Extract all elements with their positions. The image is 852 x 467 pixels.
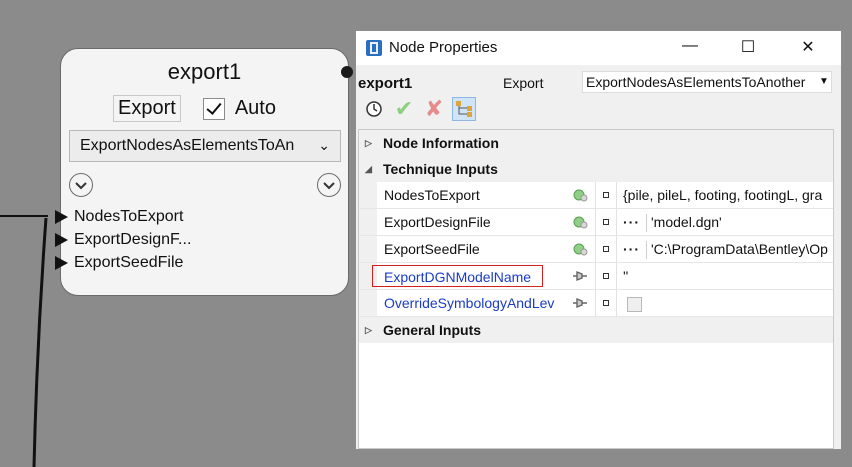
property-value[interactable]: ··· 'C:\ProgramData\Bentley\Op (623, 236, 833, 262)
row-gutter (359, 236, 377, 262)
close-button[interactable]: ✕ (796, 37, 820, 59)
row-gutter (359, 209, 377, 235)
browse-ellipsis-button[interactable]: ··· (623, 241, 640, 257)
auto-label: Auto (234, 97, 276, 119)
input-port[interactable]: NodesToExport (55, 205, 191, 228)
property-row-highlighted[interactable]: ExportDGNModelName '' (359, 263, 833, 290)
port-label: ExportDesignF... (74, 231, 192, 248)
collapsed-arrow-icon: ▷ (365, 138, 372, 148)
technique-dropdown-value: ExportNodesAsElementsToAnother (586, 74, 806, 90)
port-arrow-icon (55, 256, 68, 270)
category-label: General Inputs (383, 322, 482, 338)
row-gutter (359, 290, 377, 316)
toggle-square-icon[interactable] (603, 246, 609, 252)
collapsed-arrow-icon: ▷ (365, 325, 372, 335)
maximize-button[interactable]: ☐ (736, 37, 760, 59)
input-ports: NodesToExport ExportDesignF... ExportSee… (55, 205, 192, 274)
output-port-dot[interactable] (341, 66, 353, 78)
port-arrow-icon (55, 210, 68, 224)
expand-inputs-icon[interactable] (69, 173, 93, 197)
property-value[interactable] (623, 290, 833, 316)
property-value[interactable]: {pile, pileL, footing, footingL, gra (623, 182, 833, 208)
pin-icon[interactable] (572, 269, 588, 283)
value-checkbox[interactable] (627, 296, 642, 312)
property-value-text: 'model.dgn' (651, 214, 722, 230)
expanded-arrow-icon: ◢ (365, 164, 372, 174)
toggle-square-icon[interactable] (603, 300, 609, 306)
category-label: Node Information (383, 135, 499, 151)
property-name: OverrideSymbologyAndLev (384, 295, 555, 311)
input-port[interactable]: ExportSeedFile (55, 251, 191, 274)
property-row[interactable]: NodesToExport {pile, pileL, footing, foo… (359, 182, 833, 209)
input-port[interactable]: ExportDesignF... (55, 228, 192, 251)
category-technique-inputs[interactable]: ◢ Technique Inputs (359, 156, 833, 182)
value-divider (646, 241, 647, 260)
cancel-x-icon[interactable]: ✘ (422, 96, 446, 121)
auto-toggle[interactable]: Auto (202, 97, 276, 120)
port-label: NodesToExport (74, 208, 184, 225)
categorized-view-icon[interactable] (452, 97, 476, 121)
export-button[interactable]: Export (113, 95, 181, 122)
column-divider (616, 236, 617, 262)
node-properties-window: Node Properties — ☐ ✕ export1 Export Exp… (355, 30, 842, 450)
green-dot-icon[interactable] (572, 188, 588, 202)
property-value-text: 'C:\ProgramData\Bentley\Op (651, 241, 828, 257)
property-row[interactable]: OverrideSymbologyAndLev (359, 290, 833, 317)
column-divider (595, 290, 596, 316)
category-label: Technique Inputs (383, 161, 498, 177)
column-divider (616, 209, 617, 235)
auto-checkbox[interactable] (202, 97, 225, 120)
column-divider (595, 182, 596, 208)
toggle-square-icon[interactable] (603, 219, 609, 225)
toolbar: ✔ ✘ (362, 95, 476, 123)
port-arrow-icon (55, 233, 68, 247)
row-gutter (359, 182, 377, 208)
pin-icon[interactable] (572, 296, 588, 310)
green-dot-icon[interactable] (572, 215, 588, 229)
apply-check-icon[interactable]: ✔ (392, 96, 416, 121)
property-row[interactable]: ExportSeedFile ··· 'C:\ProgramData\Bentle… (359, 236, 833, 263)
property-value[interactable]: '' (623, 263, 833, 289)
port-label: ExportSeedFile (74, 254, 184, 271)
column-divider (595, 263, 596, 289)
node-type: Export (503, 75, 544, 91)
technique-select[interactable]: ExportNodesAsElementsToAn ⌄ (69, 130, 341, 162)
value-divider (646, 214, 647, 233)
property-row[interactable]: ExportDesignFile ··· 'model.dgn' (359, 209, 833, 236)
toggle-square-icon[interactable] (603, 273, 609, 279)
window-title: Node Properties (389, 39, 498, 56)
title-bar[interactable]: Node Properties — ☐ ✕ (356, 31, 841, 65)
graph-node-export1[interactable]: export1 Export Auto ExportNodesAsElement… (55, 48, 349, 296)
property-grid: ▷ Node Information ◢ Technique Inputs No… (358, 129, 834, 449)
category-general-inputs[interactable]: ▷ General Inputs (359, 317, 833, 343)
column-divider (595, 236, 596, 262)
node-title: export1 (167, 59, 242, 84)
minimize-button[interactable]: — (678, 37, 702, 59)
technique-select-value: ExportNodesAsElementsToAn (80, 137, 295, 154)
green-dot-icon[interactable] (572, 242, 588, 256)
property-value[interactable]: ··· 'model.dgn' (623, 209, 833, 235)
property-name-highlighted: ExportDGNModelName (372, 265, 543, 287)
property-name: ExportSeedFile (384, 241, 480, 257)
property-name: NodesToExport (384, 187, 480, 203)
chevron-down-icon: ⌄ (318, 137, 330, 153)
technique-dropdown[interactable]: ExportNodesAsElementsToAnother ▼ (582, 71, 832, 93)
column-divider (595, 209, 596, 235)
category-node-information[interactable]: ▷ Node Information (359, 130, 833, 156)
column-divider (616, 263, 617, 289)
node-name: export1 (358, 75, 413, 92)
property-name: ExportDesignFile (384, 214, 491, 230)
history-icon[interactable] (362, 97, 386, 121)
column-divider (616, 290, 617, 316)
node-header: export1 Export ExportNodesAsElementsToAn… (356, 67, 841, 97)
app-icon (366, 40, 382, 56)
dropdown-arrow-icon: ▼ (817, 72, 831, 92)
column-divider (616, 182, 617, 208)
toggle-square-icon[interactable] (603, 192, 609, 198)
expand-outputs-icon[interactable] (317, 173, 341, 197)
browse-ellipsis-button[interactable]: ··· (623, 214, 640, 230)
